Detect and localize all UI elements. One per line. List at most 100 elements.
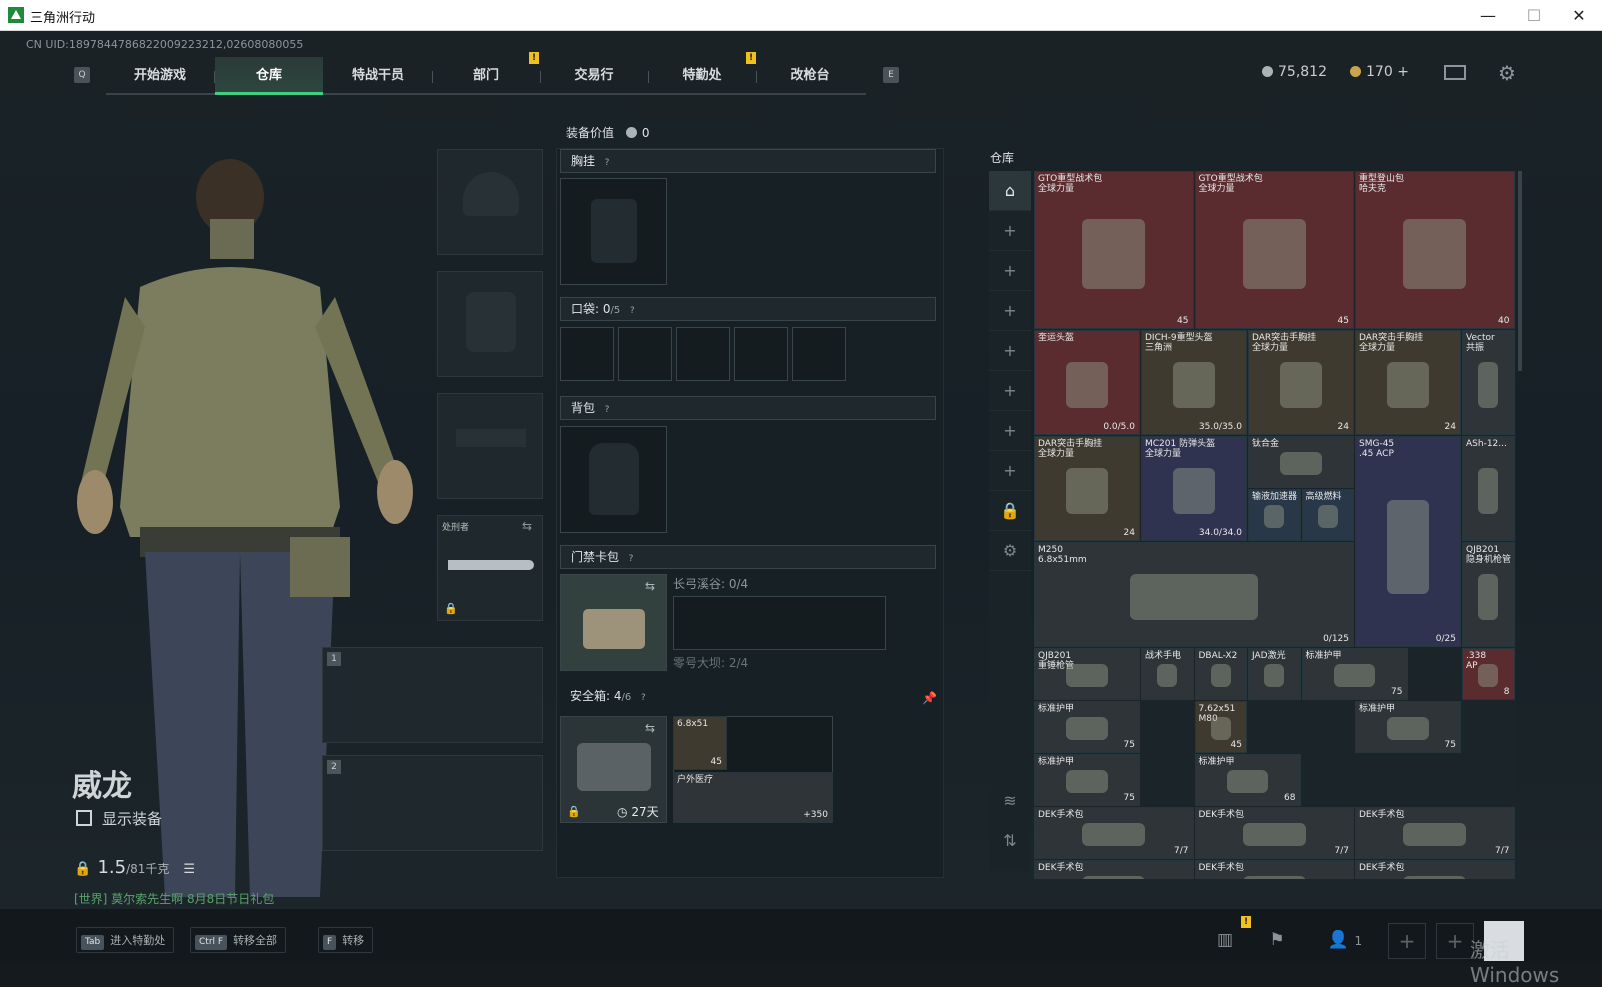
warehouse-item[interactable]: 奎运头盔 0.0/5.0 (1034, 330, 1140, 435)
pocket-slot[interactable] (734, 327, 788, 381)
warehouse-item[interactable]: SMG-45 .45 ACP 0/25 (1355, 436, 1461, 647)
tab-trading[interactable]: 交易行 (540, 57, 648, 95)
sort-icon[interactable]: ⇅ (989, 821, 1031, 861)
plus-icon[interactable]: + (989, 251, 1031, 291)
warehouse-item[interactable]: DEK手术包 (1034, 860, 1194, 879)
warehouse-item[interactable]: 7.62x51 M80 45 (1194, 701, 1247, 753)
warehouse-item[interactable]: 标准护甲 75 (1034, 701, 1140, 753)
maximize-button[interactable]: ☐ (1511, 0, 1557, 31)
swap-icon[interactable]: ⇆ (645, 721, 655, 735)
armor-slot[interactable] (437, 271, 543, 377)
warehouse-item[interactable]: 输液加速器 (1248, 489, 1301, 541)
gear-icon[interactable]: ⚙ (989, 531, 1031, 571)
home-icon[interactable]: ⌂ (989, 171, 1031, 211)
warehouse-item[interactable]: JAD激光 (1248, 648, 1301, 700)
transfer-all-key[interactable]: Ctrl F 转移全部 (190, 927, 287, 953)
warehouse-item[interactable]: DBAL-X2 (1194, 648, 1247, 700)
pocket-slot[interactable] (618, 327, 672, 381)
primary-weapon-slot-2[interactable]: 2 (322, 755, 543, 851)
enter-special-ops-key[interactable]: Tab 进入特勤处 (76, 927, 175, 953)
warehouse-item[interactable]: 重型登山包 哈夫克 40 (1355, 171, 1515, 329)
plus-icon[interactable]: + (989, 451, 1031, 491)
safebox-ammo-item[interactable]: 6.8x51 45 (673, 716, 727, 770)
layers-icon[interactable]: ≋ (989, 781, 1031, 821)
help-icon[interactable]: ? (625, 553, 637, 565)
friends-button[interactable]: 👤 1 (1320, 927, 1370, 953)
warehouse-item[interactable]: DAR突击手胸挂 全球力量 24 (1248, 330, 1354, 435)
warehouse-item[interactable]: MC201 防弹头盔 全球力量 34.0/34.0 (1141, 436, 1247, 541)
keycard-holder-item[interactable]: ⇆ (560, 574, 667, 671)
plus-icon[interactable]: + (989, 291, 1031, 331)
pocket-slot[interactable] (676, 327, 730, 381)
plus-icon[interactable]: + (989, 331, 1031, 371)
close-button[interactable]: ✕ (1556, 0, 1602, 31)
warehouse-item[interactable]: DAR突击手胸挂 全球力量 24 (1355, 330, 1461, 435)
warehouse-item[interactable]: DEK手术包 7/7 (1355, 807, 1515, 859)
nav-prev-key[interactable]: Q (74, 67, 90, 83)
warehouse-item[interactable]: GTO重型战术包 全球力量 45 (1034, 171, 1194, 329)
keycard-slots[interactable] (673, 596, 886, 650)
swap-icon[interactable]: ⇆ (522, 519, 532, 533)
pin-icon[interactable]: 📌 (922, 691, 937, 705)
stats-chart-icon[interactable]: ▥ (1210, 927, 1240, 953)
mail-icon[interactable] (1444, 65, 1466, 80)
warehouse-item[interactable]: DEK手术包 (1194, 860, 1354, 879)
world-chat-line[interactable]: [世界] 莫尔索先生啊 8月8日节日礼包 (74, 890, 274, 907)
help-icon[interactable]: ? (601, 404, 613, 416)
tab-operators[interactable]: 特战干员 (324, 57, 432, 95)
warehouse-item[interactable]: M250 6.8x51mm 0/125 (1034, 542, 1354, 647)
pocket-slot[interactable] (792, 327, 846, 381)
primary-weapon-slot-1[interactable]: 1 (322, 647, 543, 743)
list-icon[interactable]: ☰ (183, 862, 195, 877)
pistol-slot[interactable] (437, 393, 543, 499)
warehouse-item[interactable]: DEK手术包 (1355, 860, 1515, 879)
warehouse-item[interactable]: .338 AP 8 (1462, 648, 1515, 700)
lock-icon[interactable]: 🔒 (989, 491, 1031, 531)
warehouse-item[interactable]: DAR突击手胸挂 全球力量 24 (1034, 436, 1140, 541)
warehouse-scrollbar[interactable] (1518, 171, 1522, 371)
warehouse-item[interactable]: DICH-9重型头盔 三角洲 35.0/35.0 (1141, 330, 1247, 435)
show-equipment-toggle[interactable]: 显示装备 (76, 808, 162, 829)
tab-warehouse[interactable]: 仓库 (215, 57, 323, 95)
chest-rig-slot[interactable] (560, 178, 667, 285)
help-icon[interactable]: ? (601, 157, 613, 169)
transfer-key[interactable]: F 转移 (318, 927, 374, 953)
swap-icon[interactable]: ⇆ (645, 579, 655, 593)
warehouse-item[interactable]: Vector 共振 (1462, 330, 1515, 435)
backpack-slot[interactable] (560, 426, 667, 533)
warehouse-item[interactable]: 标准护甲 75 (1301, 648, 1408, 700)
plus-icon[interactable]: + (989, 371, 1031, 411)
safebox-medkit-item[interactable]: 户外医疗 +350 (673, 772, 833, 823)
settings-gear-icon[interactable]: ⚙ (1498, 61, 1516, 85)
warehouse-item[interactable]: DEK手术包 7/7 (1034, 807, 1194, 859)
party-invite-slot[interactable]: + (1436, 923, 1474, 959)
tab-department[interactable]: 部门 (432, 57, 540, 95)
warehouse-item[interactable]: QJB201 重锤枪管 (1034, 648, 1140, 700)
help-icon[interactable]: ? (637, 692, 649, 704)
warehouse-item[interactable]: 标准护甲 75 (1355, 701, 1461, 753)
warehouse-item[interactable]: 高级燃料 (1301, 489, 1354, 541)
party-invite-slot[interactable]: + (1388, 923, 1426, 959)
melee-slot[interactable]: 处刑者 ⇆ 🔒 (437, 515, 543, 621)
nav-next-key[interactable]: E (883, 67, 899, 83)
plus-icon[interactable]: + (989, 411, 1031, 451)
gold-currency[interactable]: 170 + (1350, 64, 1409, 80)
help-icon[interactable]: ? (626, 305, 638, 317)
warehouse-item[interactable]: 战术手电 (1141, 648, 1194, 700)
warehouse-item[interactable]: 钛合金 (1248, 436, 1354, 488)
warehouse-item[interactable]: 标准护甲 68 (1194, 754, 1301, 806)
tab-special-ops[interactable]: 特勤处 (648, 57, 756, 95)
safebox-item[interactable]: ⇆ 🔒 ◷ 27天 (560, 716, 667, 823)
warehouse-item[interactable]: 标准护甲 75 (1034, 754, 1140, 806)
warehouse-item[interactable]: GTO重型战术包 全球力量 45 (1194, 171, 1354, 329)
show-equipment-checkbox[interactable] (76, 810, 92, 826)
warehouse-item[interactable]: DEK手术包 7/7 (1194, 807, 1354, 859)
flag-icon[interactable]: ⚑ (1262, 927, 1292, 953)
warehouse-item[interactable]: QJB201 隐身机枪管 (1462, 542, 1515, 647)
gold-add-button[interactable]: + (1397, 64, 1409, 80)
minimize-button[interactable]: — (1465, 0, 1511, 31)
tab-gunsmith[interactable]: 改枪台 (756, 57, 864, 95)
pocket-slot[interactable] (560, 327, 614, 381)
warehouse-item[interactable]: ASh-12... (1462, 436, 1515, 541)
tab-start-game[interactable]: 开始游戏 (106, 57, 214, 95)
